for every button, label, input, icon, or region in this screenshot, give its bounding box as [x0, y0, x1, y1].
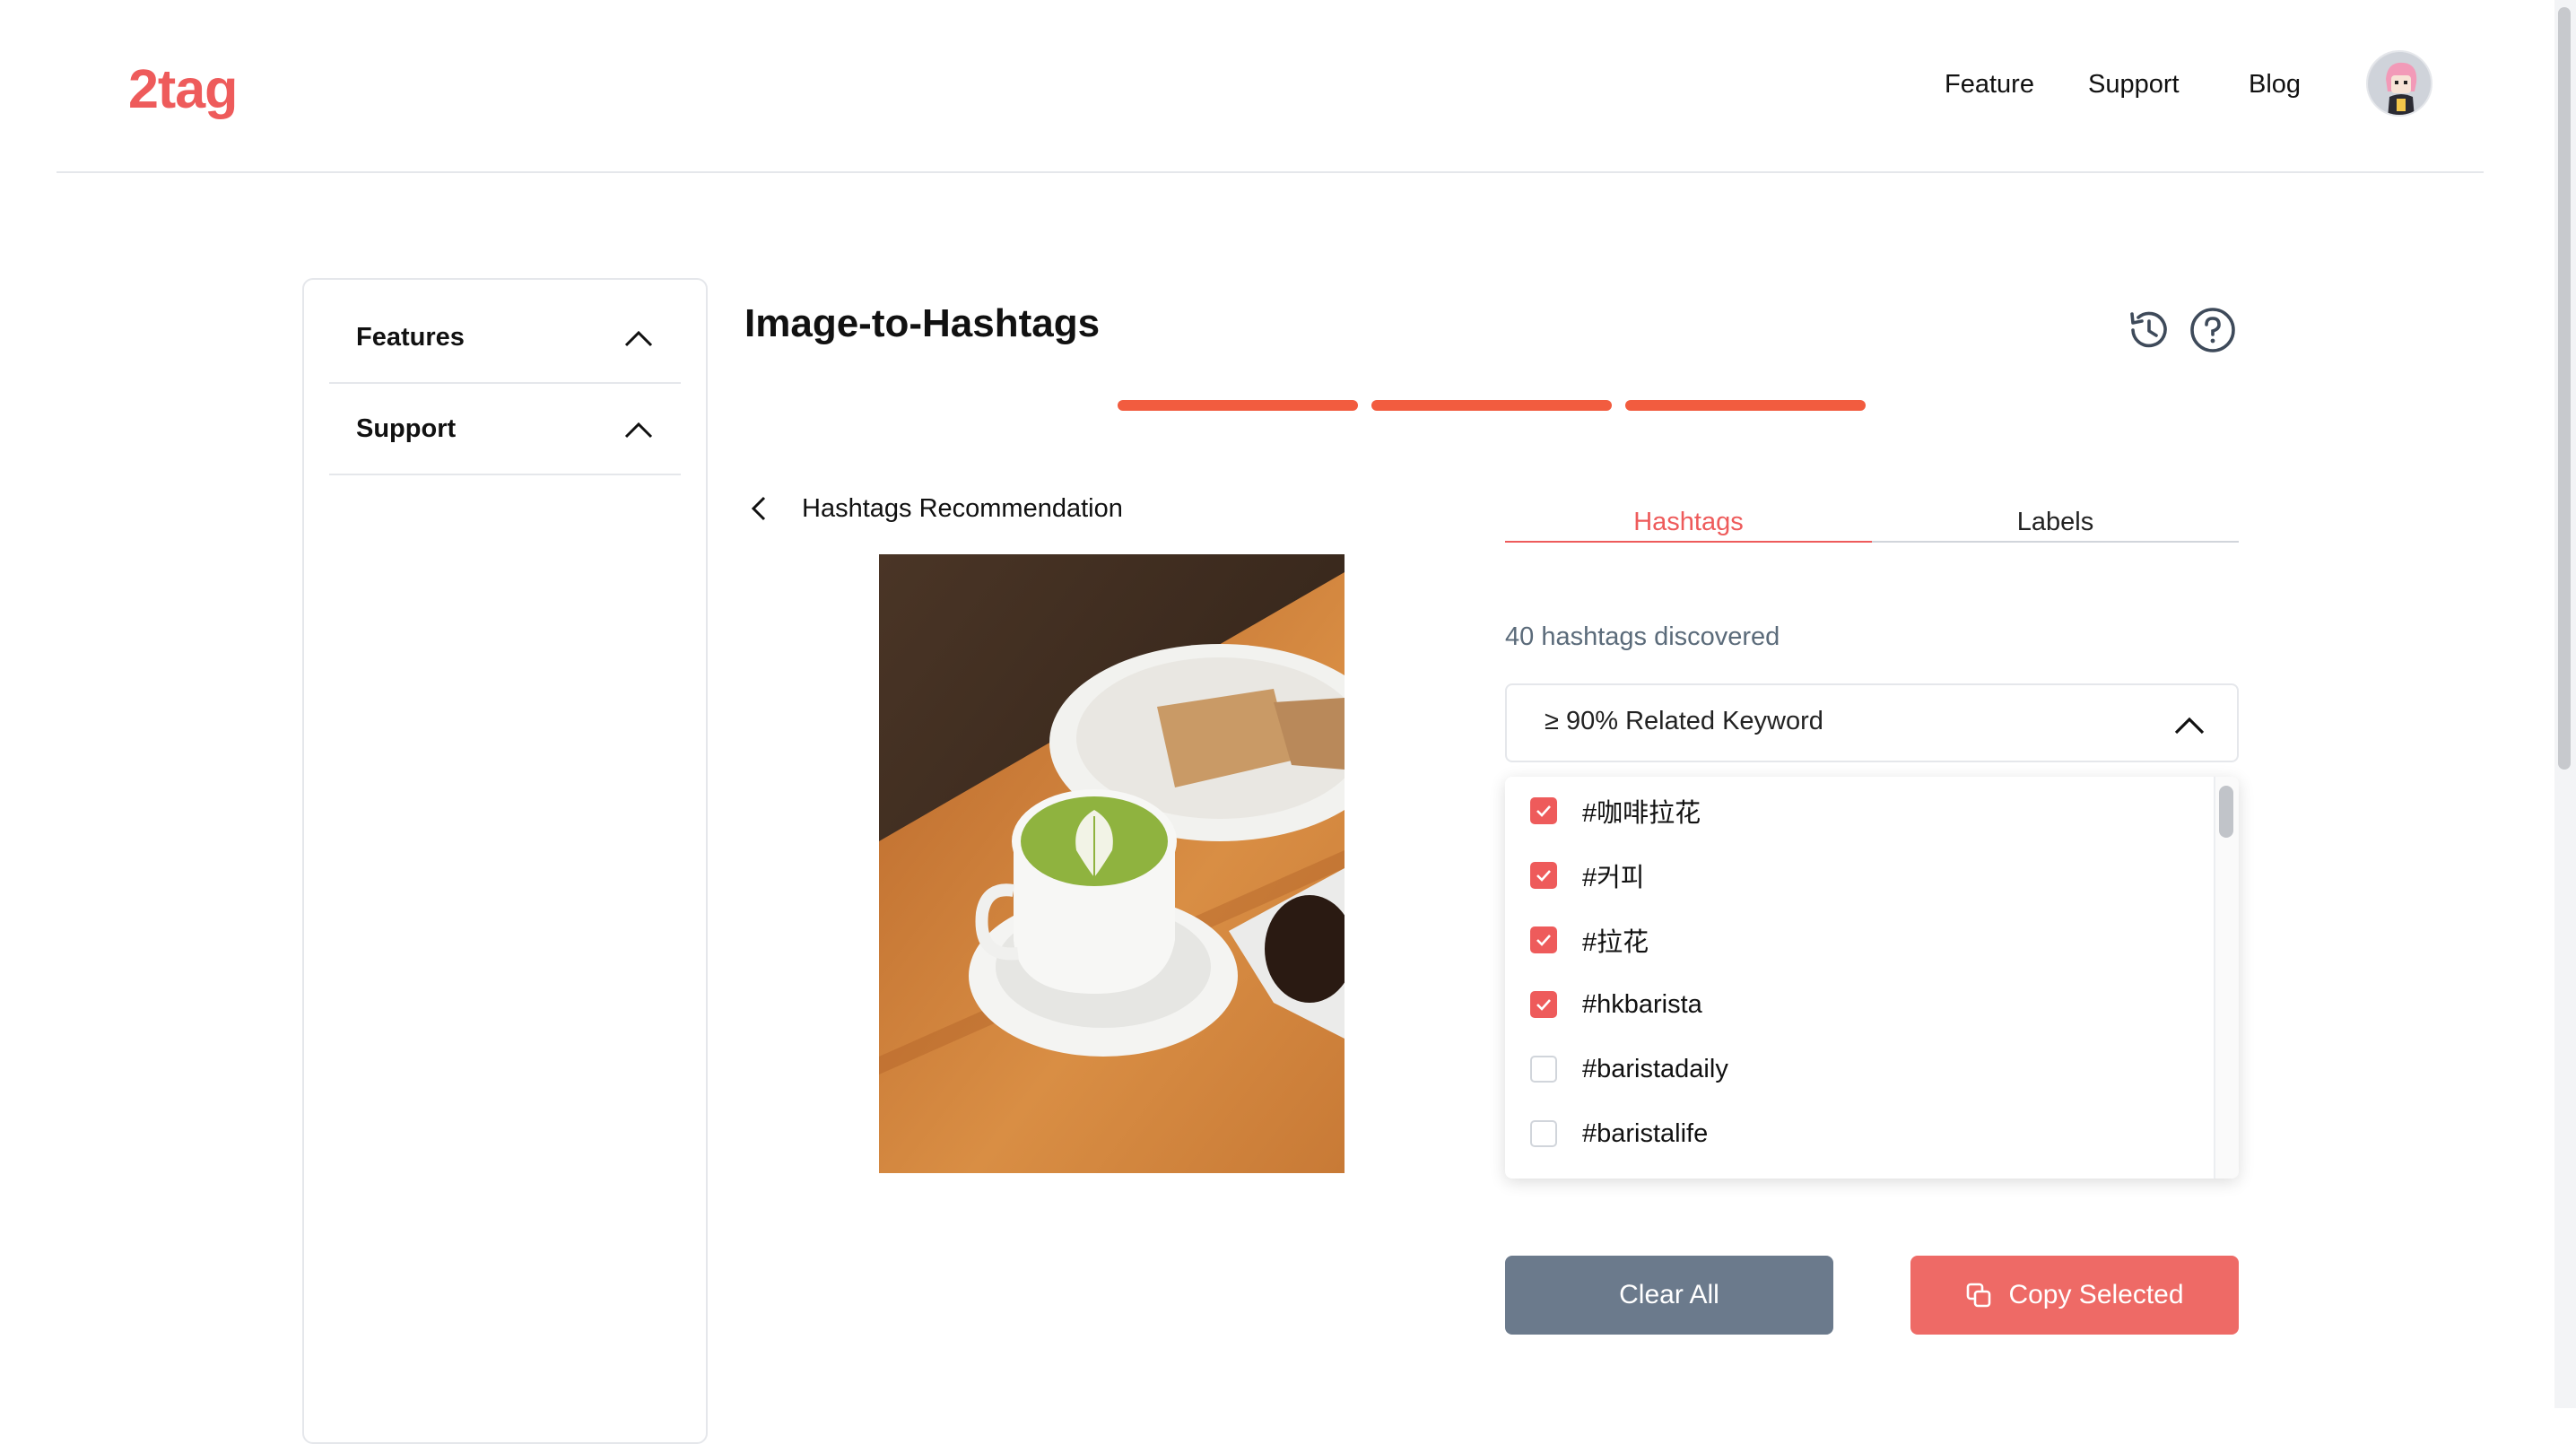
hashtag-count: 40 hashtags discovered: [1505, 622, 1780, 651]
hashtag-item[interactable]: #拉花: [1530, 920, 1649, 960]
hashtag-label: #커피: [1582, 864, 1645, 892]
copy-selected-button[interactable]: Copy Selected: [1910, 1256, 2239, 1335]
sidebar-item-label: Support: [356, 414, 457, 443]
progress-step-2: [1371, 400, 1612, 411]
logo[interactable]: 2tag: [128, 52, 238, 119]
copy-icon: [1967, 1283, 1991, 1308]
user-avatar[interactable]: [2366, 50, 2432, 117]
tab-divider: [1872, 541, 2239, 543]
help-icon[interactable]: [2189, 306, 2237, 354]
page-title: Image-to-Hashtags: [744, 301, 1101, 345]
clear-all-button[interactable]: Clear All: [1505, 1256, 1833, 1335]
copy-selected-label: Copy Selected: [2008, 1280, 2184, 1309]
chevron-up-icon: [624, 330, 653, 347]
check-icon: [1536, 999, 1551, 1011]
checkbox[interactable]: [1530, 1056, 1557, 1083]
sidebar-item-label: Features: [356, 323, 465, 352]
relevance-filter-dropdown[interactable]: ≥ 90% Related Keyword: [1505, 683, 2239, 762]
hashtag-item[interactable]: #hkbarista: [1530, 985, 1702, 1024]
chevron-up-icon: [624, 422, 653, 439]
hashtag-label: #咖啡拉花: [1582, 799, 1701, 828]
tab-active-indicator: [1505, 541, 1872, 543]
chevron-left-icon: [751, 496, 766, 521]
nav-blog[interactable]: Blog: [2249, 66, 2301, 102]
tabs: Hashtags Labels: [1505, 502, 2239, 543]
hashtag-item[interactable]: #咖啡拉花: [1530, 791, 1701, 831]
checkbox[interactable]: [1530, 926, 1557, 953]
checkbox[interactable]: [1530, 1120, 1557, 1147]
hashtag-label: #hkbarista: [1582, 989, 1702, 1019]
checkbox[interactable]: [1530, 797, 1557, 824]
hashtag-item[interactable]: #커피: [1530, 856, 1645, 895]
hashtag-label: #拉花: [1582, 928, 1649, 957]
tab-hashtags[interactable]: Hashtags: [1505, 502, 1872, 542]
sidebar: Features Support: [302, 278, 708, 1444]
checkbox[interactable]: [1530, 991, 1557, 1018]
hashtag-item[interactable]: #baristadaily: [1530, 1049, 1728, 1089]
hashtag-label: #baristalife: [1582, 1118, 1709, 1148]
clear-all-label: Clear All: [1619, 1280, 1719, 1309]
checkbox[interactable]: [1530, 862, 1557, 889]
hashtag-label: #baristadaily: [1582, 1054, 1728, 1083]
logo-text: 2tag: [128, 58, 238, 119]
uploaded-photo: [879, 554, 1345, 1173]
avatar-icon: [2368, 52, 2431, 115]
back-link[interactable]: Hashtags Recommendation: [744, 489, 1123, 528]
progress-step-3: [1625, 400, 1866, 411]
history-icon[interactable]: [2125, 306, 2173, 354]
hashtag-item[interactable]: #baristalife: [1530, 1114, 1708, 1153]
check-icon: [1536, 805, 1551, 817]
page-scrollbar[interactable]: [2554, 0, 2576, 1408]
hashtag-list: #咖啡拉花 #커피 #拉花 #hkbarista #baristadaily #…: [1505, 777, 2239, 1179]
back-label: Hashtags Recommendation: [802, 493, 1123, 523]
nav-feature[interactable]: Feature: [1945, 66, 2034, 102]
header-divider: [57, 171, 2484, 173]
sidebar-item-support[interactable]: Support: [329, 384, 681, 475]
chevron-up-icon: [2174, 717, 2205, 735]
nav-support[interactable]: Support: [2088, 66, 2180, 102]
tab-labels[interactable]: Labels: [1872, 502, 2239, 542]
progress-step-1: [1118, 400, 1358, 411]
list-scrollbar-thumb[interactable]: [2219, 786, 2233, 838]
check-icon: [1536, 870, 1551, 882]
page-scrollbar-thumb[interactable]: [2558, 7, 2571, 770]
list-scrollbar[interactable]: [2214, 777, 2239, 1179]
check-icon: [1536, 935, 1551, 946]
sidebar-item-features[interactable]: Features: [329, 292, 681, 384]
matcha-latte-photo: [879, 554, 1345, 1173]
filter-selected-value: ≥ 90% Related Keyword: [1545, 707, 1823, 735]
